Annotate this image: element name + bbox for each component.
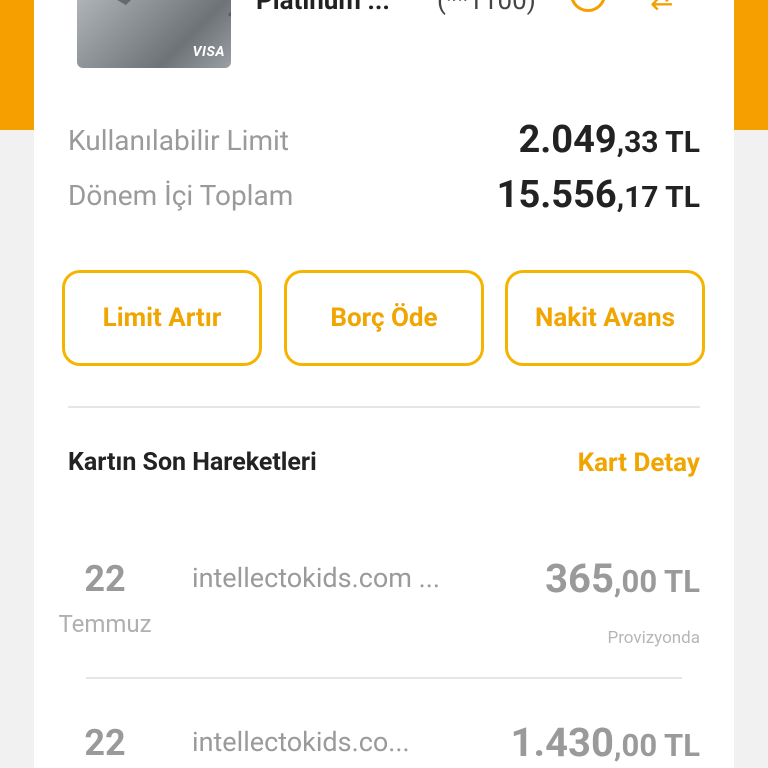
recent-transactions-title: Kartın Son Hareketleri (68, 448, 317, 477)
card-panel (34, 0, 734, 768)
limit-increase-button[interactable]: Limit Artır (62, 270, 262, 366)
transaction-month: Temmuz (58, 610, 152, 638)
available-limit-row: Kullanılabilir Limit 2.049,33 TL (68, 118, 700, 162)
cash-advance-button[interactable]: Nakit Avans (505, 270, 705, 366)
transaction-description[interactable]: intellectokids.co... (192, 726, 410, 758)
credit-card-image[interactable]: )))) VISA (77, 0, 231, 68)
swap-icon[interactable]: ⇄ (650, 0, 690, 14)
card-number: (**1100) (437, 0, 536, 16)
transaction-amount: 1.430,00 TL (510, 719, 700, 766)
transaction-amount: 365,00 TL (545, 555, 700, 602)
side-gutter-right (734, 130, 768, 768)
transaction-day: 22 (84, 722, 126, 764)
period-total-value: 15.556,17 TL (496, 173, 700, 217)
available-limit-label: Kullanılabilir Limit (68, 123, 289, 157)
visa-logo: VISA (192, 44, 225, 60)
section-divider (68, 406, 700, 408)
transaction-status: Provizyonda (607, 628, 700, 648)
transaction-day: 22 (84, 558, 126, 600)
transaction-divider (86, 677, 682, 679)
side-gutter-left (0, 130, 34, 768)
period-total-label: Dönem İçi Toplam (68, 178, 294, 212)
card-detail-link[interactable]: Kart Detay (578, 448, 700, 478)
pay-debt-button[interactable]: Borç Öde (284, 270, 484, 366)
transaction-description[interactable]: intellectokids.com ... (192, 562, 440, 594)
card-name: Platinum ... (256, 0, 390, 16)
available-limit-value: 2.049,33 TL (518, 118, 700, 162)
period-total-row: Dönem İçi Toplam 15.556,17 TL (68, 173, 700, 217)
